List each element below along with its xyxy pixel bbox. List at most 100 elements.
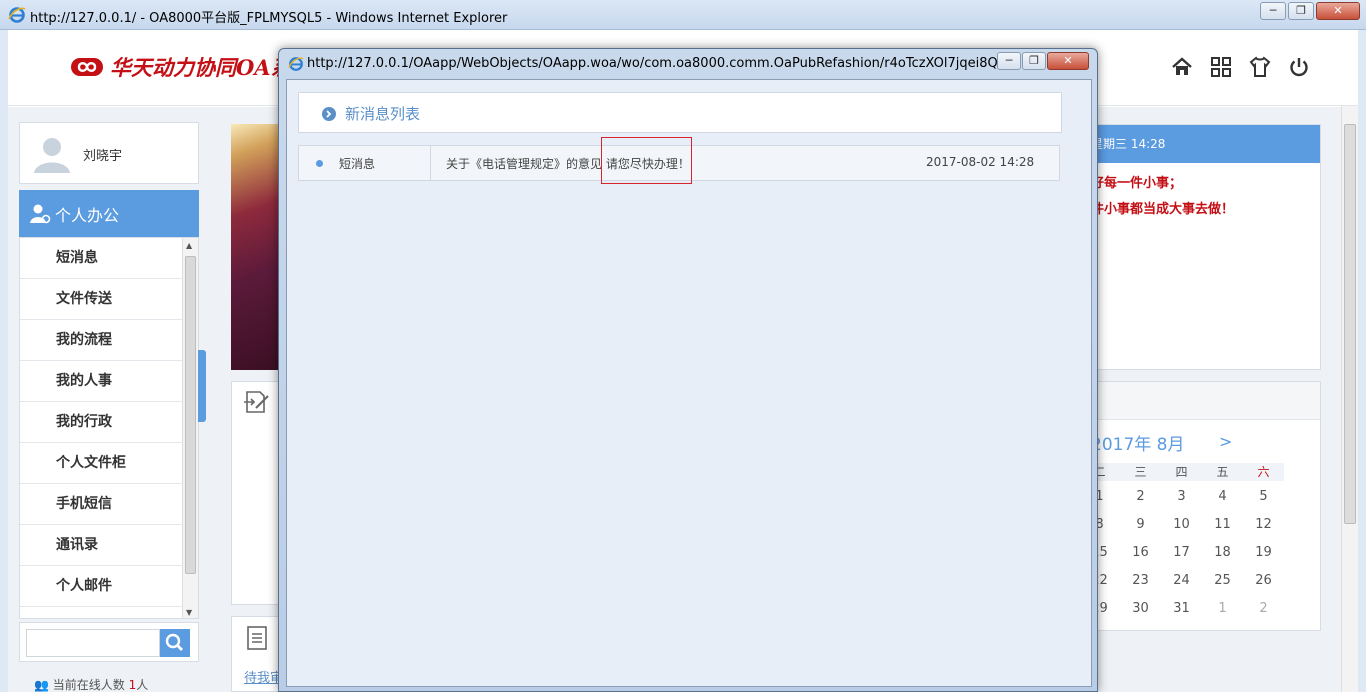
calendar-day[interactable]: 4 xyxy=(1202,489,1243,504)
weekday-label: 四 xyxy=(1161,463,1202,481)
calendar-day[interactable]: 2 xyxy=(1120,489,1161,504)
scroll-down-icon[interactable]: ▼ xyxy=(186,608,192,617)
skin-shirt-icon[interactable] xyxy=(1249,56,1271,78)
search-input[interactable] xyxy=(26,629,160,657)
calendar-day[interactable]: 24 xyxy=(1161,573,1202,588)
browser-window-controls: ─ ❐ ✕ xyxy=(1260,2,1360,20)
nav-item-personal-mail[interactable]: 个人邮件 xyxy=(20,566,182,607)
calendar-day[interactable]: 19 xyxy=(1243,545,1284,560)
annotation-highlight-box xyxy=(601,137,692,184)
calendar-week-row: 29 30 31 1 2 xyxy=(1079,601,1284,616)
nav-section-personal-office[interactable]: 个人办公 xyxy=(19,190,199,238)
search-button[interactable] xyxy=(160,629,190,657)
popup-close-button[interactable]: ✕ xyxy=(1047,52,1089,70)
user-name: 刘晓宇 xyxy=(83,149,123,164)
power-icon[interactable] xyxy=(1288,56,1310,78)
apps-grid-icon[interactable] xyxy=(1210,56,1232,78)
calendar-week-row: 1 2 3 4 5 xyxy=(1079,489,1284,504)
browser-titlebar: http://127.0.0.1/ - OA8000平台版_FPLMYSQL5 … xyxy=(0,0,1366,30)
message-list-title: 新消息列表 xyxy=(345,105,421,123)
calendar-day[interactable]: 9 xyxy=(1120,517,1161,532)
users-icon: 👥 xyxy=(34,678,49,692)
brand-mark-icon xyxy=(71,58,103,76)
online-users: 👥 当前在线人数 1人 xyxy=(34,676,148,692)
calendar-day[interactable]: 23 xyxy=(1120,573,1161,588)
search-icon xyxy=(165,633,183,651)
online-label: 当前在线人数 xyxy=(52,678,129,692)
chevron-right-circle-icon xyxy=(322,107,336,121)
motto: 好每一件小事； 件小事都当成大事去做！ xyxy=(1091,171,1320,223)
popup-content: 新消息列表 短消息 关于《电话管理规定》的意见 请您尽快办理！ 2017-08-… xyxy=(286,79,1092,687)
nav-item-contacts[interactable]: 通讯录 xyxy=(20,525,182,566)
message-list-header: 新消息列表 xyxy=(298,92,1062,133)
calendar-day[interactable]: 25 xyxy=(1202,573,1243,588)
message-time: 2017-08-02 14:28 xyxy=(926,155,1035,169)
popup-maximize-button[interactable]: ❐ xyxy=(1022,52,1046,70)
minimize-button[interactable]: ─ xyxy=(1260,2,1286,20)
calendar-day[interactable]: 26 xyxy=(1243,573,1284,588)
calendar-day[interactable]: 12 xyxy=(1243,517,1284,532)
current-datetime: 星期三 14:28 xyxy=(1091,137,1166,151)
weekday-label: 三 xyxy=(1120,463,1161,481)
calendar-day[interactable]: 17 xyxy=(1161,545,1202,560)
nav-scroll-thumb[interactable] xyxy=(185,256,196,574)
calendar-day[interactable]: 30 xyxy=(1120,601,1161,616)
calendar-day[interactable]: 16 xyxy=(1120,545,1161,560)
calendar-day[interactable]: 31 xyxy=(1161,601,1202,616)
weekday-label: 六 xyxy=(1243,463,1284,481)
nav-item-my-hr[interactable]: 我的人事 xyxy=(20,361,182,402)
info-pane: 星期三 14:28 好每一件小事； 件小事都当成大事去做！ xyxy=(1090,124,1321,370)
nav-item-sms[interactable]: 手机短信 xyxy=(20,484,182,525)
calendar-weekday-row: 二 三 四 五 六 xyxy=(1079,463,1284,481)
message-type: 短消息 xyxy=(339,157,376,171)
nav-scrollbar[interactable]: ▲ ▼ xyxy=(182,238,198,618)
user-card: 刘晓宇 xyxy=(19,122,199,184)
calendar-day[interactable]: 10 xyxy=(1161,517,1202,532)
internet-explorer-icon xyxy=(288,57,304,71)
new-messages-popup: http://127.0.0.1/OAapp/WebObjects/OAapp.… xyxy=(278,48,1098,692)
browser-title: http://127.0.0.1/ - OA8000平台版_FPLMYSQL5 … xyxy=(30,11,508,26)
sidebar-search xyxy=(19,622,199,662)
popup-minimize-button[interactable]: ─ xyxy=(997,52,1021,70)
home-icon[interactable] xyxy=(1171,56,1193,78)
calendar-week-row: 22 23 24 25 26 xyxy=(1079,573,1284,588)
sidebar-collapse-tab[interactable] xyxy=(198,350,206,422)
calendar-next-button[interactable]: > xyxy=(1219,432,1232,451)
nav-section-title: 个人办公 xyxy=(55,206,120,225)
calendar-week-row: 8 9 10 11 12 xyxy=(1079,517,1284,532)
calendar-day[interactable]: 3 xyxy=(1161,489,1202,504)
motto-line-1: 好每一件小事； xyxy=(1091,176,1183,191)
edit-document-icon xyxy=(244,391,269,413)
weekday-label: 五 xyxy=(1202,463,1243,481)
motto-line-2: 件小事都当成大事去做！ xyxy=(1091,202,1235,217)
popup-title: http://127.0.0.1/OAapp/WebObjects/OAapp.… xyxy=(307,56,997,71)
brand-name: 华天动力协同OA系 xyxy=(110,55,292,80)
scroll-up-icon[interactable]: ▲ xyxy=(186,241,192,250)
calendar-header-bar xyxy=(1091,382,1320,420)
popup-window-controls: ─ ❐ ✕ xyxy=(997,52,1089,70)
nav-item-personal-cabinet[interactable]: 个人文件柜 xyxy=(20,443,182,484)
nav-item-short-message[interactable]: 短消息 xyxy=(20,238,182,279)
clipboard-icon xyxy=(247,626,267,650)
calendar-day[interactable]: 2 xyxy=(1243,601,1284,616)
calendar-title: 2017年 8月 xyxy=(1091,435,1185,455)
calendar-day[interactable]: 11 xyxy=(1202,517,1243,532)
nav-item-my-admin[interactable]: 我的行政 xyxy=(20,402,182,443)
nav-item-file-transfer[interactable]: 文件传送 xyxy=(20,279,182,320)
internet-explorer-icon xyxy=(8,7,26,23)
calendar-day[interactable]: 5 xyxy=(1243,489,1284,504)
nav-list: 短消息 文件传送 我的流程 我的人事 我的行政 个人文件柜 手机短信 通讯录 个… xyxy=(19,237,199,619)
avatar[interactable] xyxy=(30,131,74,175)
nav-item-my-workflow[interactable]: 我的流程 xyxy=(20,320,182,361)
maximize-button[interactable]: ❐ xyxy=(1288,2,1314,20)
online-unit: 人 xyxy=(136,678,149,692)
page-scrollbar[interactable] xyxy=(1341,106,1358,692)
calendar-day[interactable]: 18 xyxy=(1202,545,1243,560)
brand-logo[interactable]: 华天动力协同OA系 xyxy=(70,52,292,82)
calendar-day[interactable]: 1 xyxy=(1202,601,1243,616)
user-settings-icon xyxy=(30,204,51,224)
date-bar: 星期三 14:28 xyxy=(1091,125,1320,163)
header-toolbar xyxy=(1171,56,1310,78)
close-button[interactable]: ✕ xyxy=(1316,2,1360,20)
calendar: 2017年 8月 > 二 三 四 五 六 1 2 3 4 5 8 9 10 11… xyxy=(1079,381,1321,631)
